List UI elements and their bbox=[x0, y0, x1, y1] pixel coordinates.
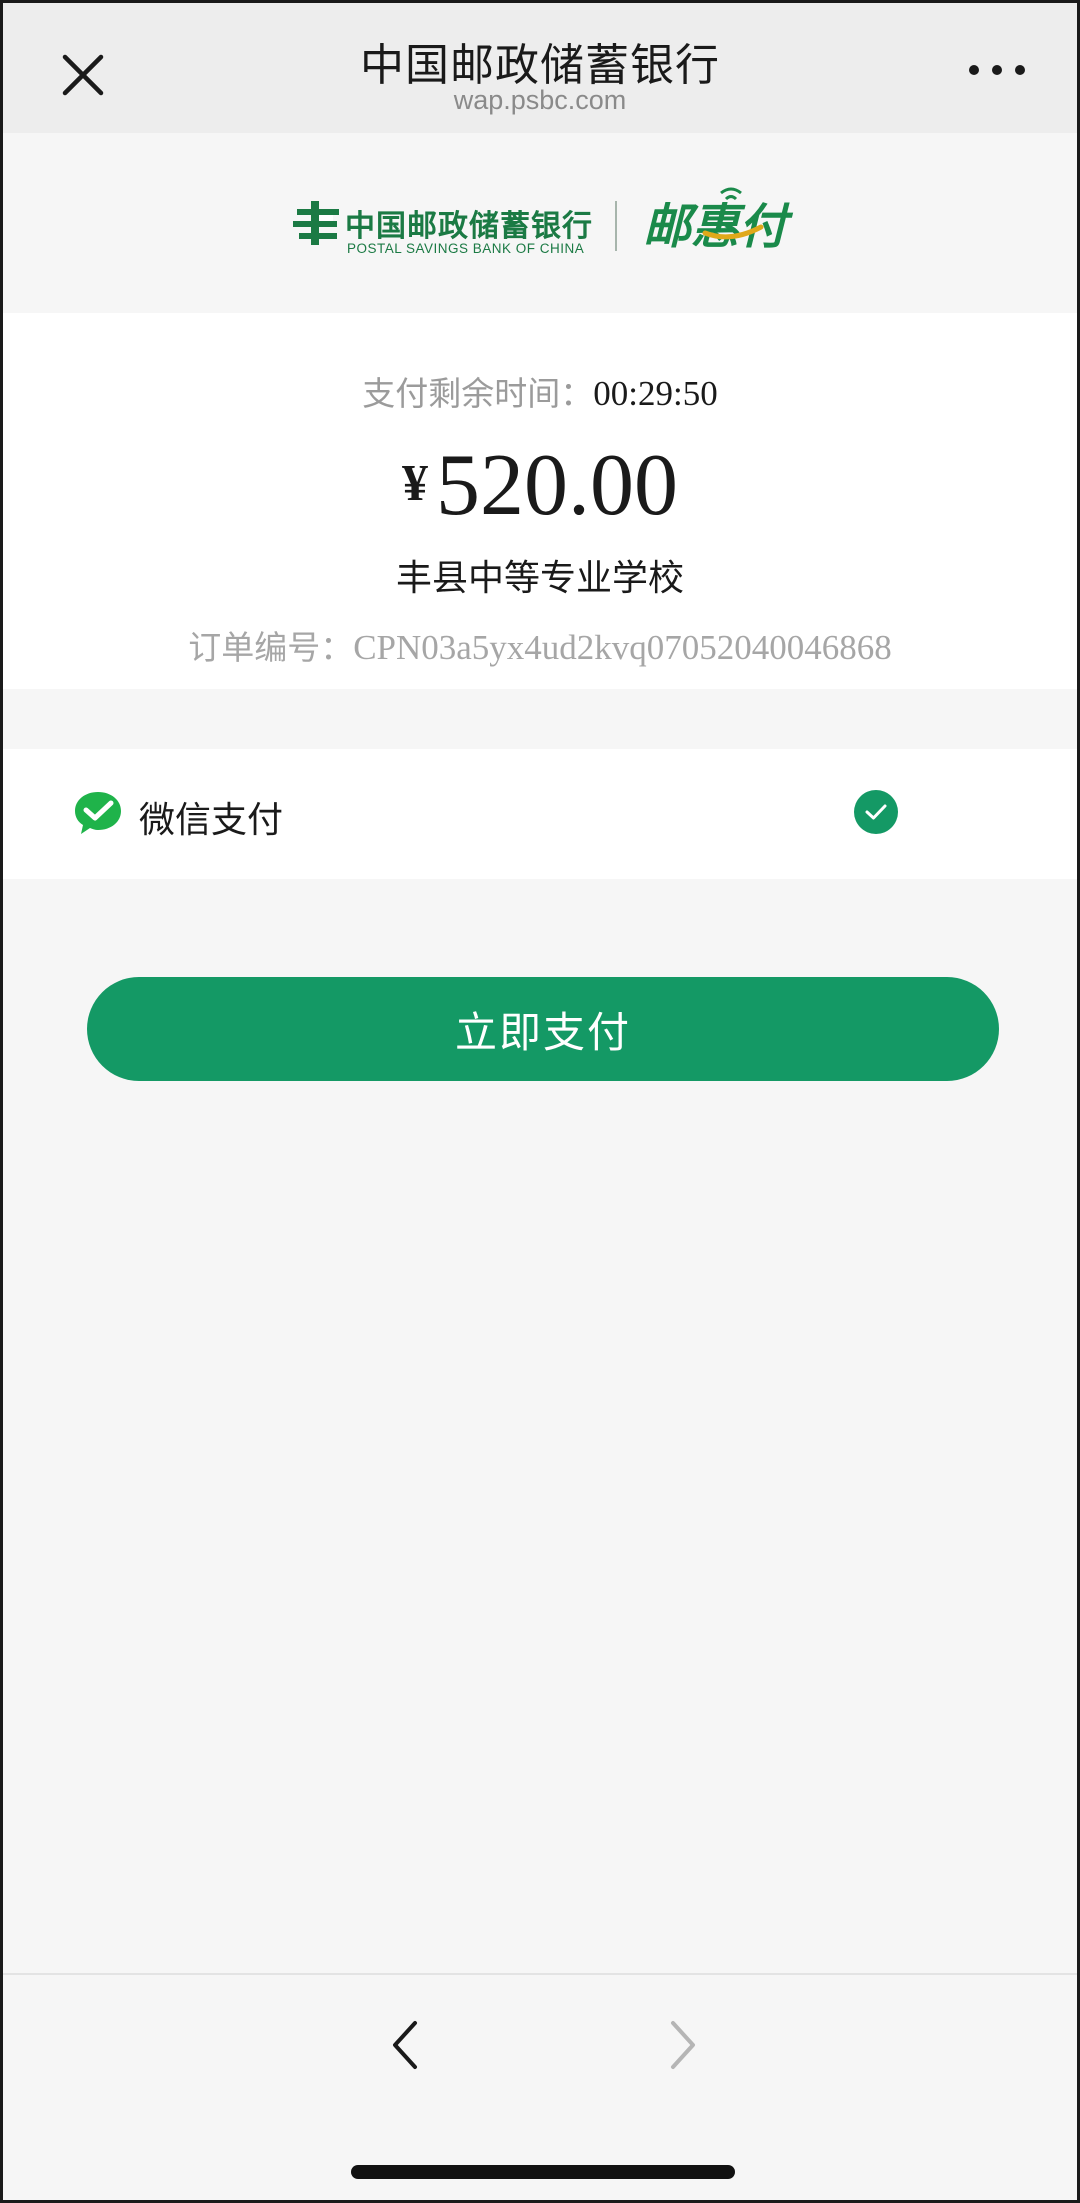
brand-divider bbox=[615, 201, 617, 251]
wechat-icon bbox=[75, 792, 121, 834]
brand-header: 中国邮政储蓄银行 POSTAL SAVINGS BANK OF CHINA 邮惠… bbox=[3, 133, 1077, 313]
forward-arrow-icon[interactable] bbox=[665, 2017, 701, 2073]
psbc-logo-icon bbox=[293, 201, 339, 245]
page-url: wap.psbc.com bbox=[453, 85, 627, 115]
amount-value: 520.00 bbox=[436, 437, 678, 534]
payment-method-label: 微信支付 bbox=[139, 800, 284, 841]
timer-value: 00:29:50 bbox=[593, 374, 718, 413]
payment-timer: 支付剩余时间：00:29:50 bbox=[3, 367, 1077, 415]
payment-amount: ¥520.00 bbox=[3, 435, 1077, 536]
merchant-name: 丰县中等专业学校 bbox=[395, 558, 684, 599]
pay-now-button[interactable]: 立即支付 bbox=[87, 977, 999, 1081]
currency-symbol: ¥ bbox=[402, 455, 428, 512]
payment-info-card: 支付剩余时间：00:29:50 ¥520.00 丰县中等专业学校 订单编号：CP… bbox=[3, 313, 1077, 689]
order-label: 订单编号： bbox=[188, 628, 354, 667]
more-options-button[interactable] bbox=[969, 55, 1025, 85]
more-dot-icon bbox=[969, 65, 979, 75]
timer-label: 支付剩余时间： bbox=[362, 374, 594, 413]
more-dot-icon bbox=[992, 65, 1002, 75]
product-accent-icon bbox=[702, 187, 764, 240]
page-title: 中国邮政储蓄银行 bbox=[360, 40, 720, 91]
brand-name-cn: 中国邮政储蓄银行 bbox=[345, 209, 593, 244]
back-arrow-icon[interactable] bbox=[387, 2017, 423, 2073]
selected-check-icon[interactable] bbox=[854, 790, 898, 834]
home-indicator[interactable] bbox=[351, 2165, 735, 2179]
payment-method-wechat[interactable]: 微信支付 bbox=[3, 749, 1077, 879]
top-navigation-bar: 中国邮政储蓄银行 wap.psbc.com bbox=[3, 3, 1077, 133]
more-dot-icon bbox=[1015, 65, 1025, 75]
order-number-row: 订单编号：CPN03a5yx4ud2kvq07052040046868 bbox=[3, 621, 1077, 669]
order-number: CPN03a5yx4ud2kvq07052040046868 bbox=[353, 628, 892, 667]
brand-name-en: POSTAL SAVINGS BANK OF CHINA bbox=[347, 241, 585, 256]
